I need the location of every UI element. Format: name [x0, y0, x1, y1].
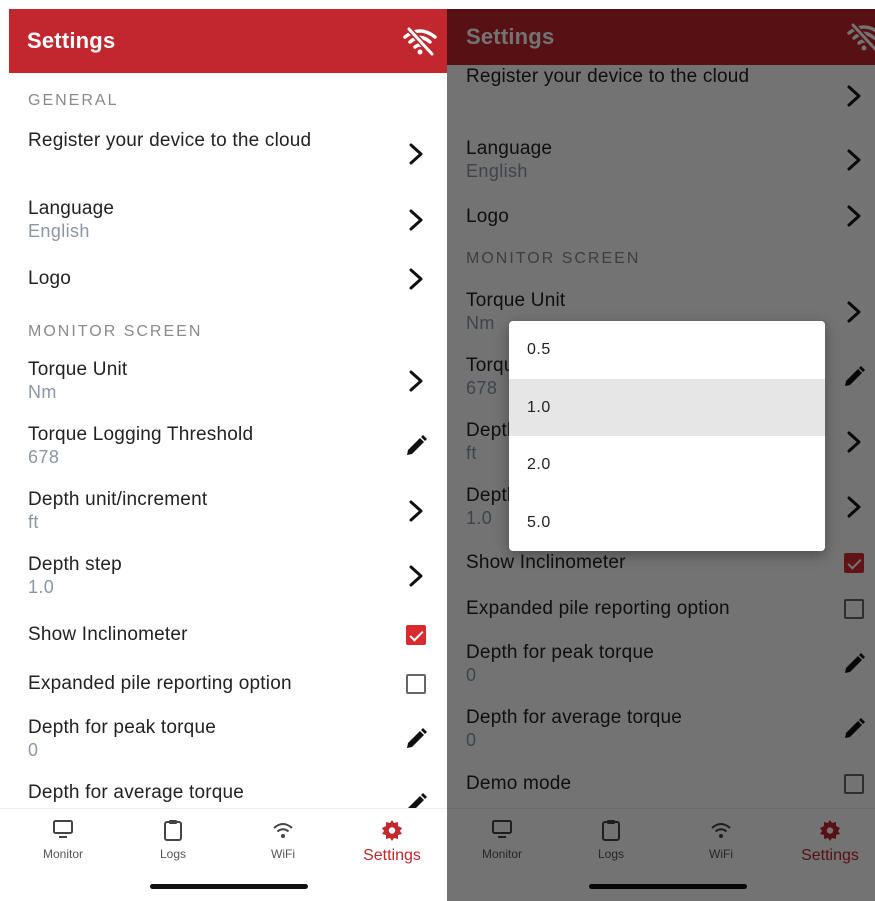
setting-title: Expanded pile reporting option [28, 673, 292, 694]
settings-row[interactable]: Logo [0, 253, 447, 304]
dropdown-option[interactable]: 2.0 [509, 436, 825, 494]
setting-value: 0 [28, 740, 39, 760]
settings-row[interactable]: Register your device to the cloud [0, 121, 447, 187]
setting-title: Register your device to the cloud [28, 130, 312, 151]
setting-title: Language [28, 198, 115, 219]
setting-title: Torque Unit [28, 359, 128, 380]
gear-icon [382, 820, 402, 841]
nav-logs[interactable]: Logs [123, 819, 223, 861]
row-trailing [403, 563, 429, 589]
settings-row[interactable]: Torque UnitNm [0, 348, 447, 413]
dropdown-option[interactable]: 1.0 [509, 378, 825, 436]
settings-row[interactable]: Depth for peak torque0 [0, 706, 447, 771]
wifi-icon [273, 823, 293, 838]
setting-value: ft [28, 512, 39, 532]
nav-label: Logs [159, 847, 187, 861]
wifi-off-icon[interactable] [403, 26, 437, 56]
setting-title: Torque Logging Threshold [28, 424, 254, 445]
settings-screen: Settings GENERAL Register your device to … [0, 0, 447, 901]
nav-settings[interactable]: Settings [342, 819, 442, 865]
setting-value: 678 [28, 447, 60, 467]
checkbox-checked[interactable] [406, 624, 426, 645]
settings-row[interactable]: Expanded pile reporting option [0, 661, 447, 706]
setting-value: English [28, 221, 90, 241]
monitor-icon [53, 820, 73, 838]
app-bar: Settings [9, 9, 447, 73]
chevron-right-icon [409, 143, 423, 165]
row-trailing [403, 498, 429, 524]
bottom-navigation: Monitor Logs WiFi Settings [0, 808, 447, 901]
chevron-right-icon [409, 565, 423, 586]
chevron-right-icon [409, 268, 423, 289]
settings-row[interactable]: Torque Logging Threshold678 [0, 413, 447, 478]
nav-label: Monitor [42, 847, 83, 861]
setting-title: Depth for peak torque [28, 717, 216, 738]
top-margin [0, 0, 875, 9]
pencil-icon[interactable] [405, 434, 427, 457]
nav-wifi[interactable]: WiFi [233, 819, 333, 861]
row-trailing [403, 726, 429, 752]
section-header: GENERAL [28, 92, 119, 109]
chevron-right-icon [409, 370, 423, 391]
section-header: MONITOR SCREEN [28, 323, 203, 340]
setting-title: Show Inclinometer [28, 624, 188, 645]
pencil-icon[interactable] [405, 727, 427, 750]
settings-row[interactable]: LanguageEnglish [0, 187, 447, 253]
setting-title: Depth step [28, 554, 122, 575]
depth-step-dropdown: 0.5 1.0 2.0 5.0 [509, 321, 825, 551]
row-trailing [403, 141, 429, 167]
settings-row[interactable]: Show Inclinometer [0, 608, 447, 661]
home-indicator [150, 884, 308, 889]
chevron-right-icon [409, 209, 423, 231]
row-trailing [403, 368, 429, 394]
checkbox-unchecked[interactable] [406, 673, 426, 694]
page-title: Settings [27, 28, 116, 53]
nav-label: Settings [363, 847, 421, 864]
setting-title: Depth unit/increment [28, 489, 208, 510]
settings-list: GENERAL Register your device to the cloud… [0, 73, 447, 836]
chevron-right-icon [409, 500, 423, 521]
row-trailing [403, 622, 429, 648]
settings-screen-with-popup: Settings Register your device to the clo… [447, 0, 875, 901]
settings-row[interactable]: Depth step1.0 [0, 543, 447, 608]
dropdown-option[interactable]: 0.5 [509, 321, 825, 379]
row-trailing [403, 207, 429, 233]
settings-row[interactable]: Depth unit/incrementft [0, 478, 447, 543]
setting-title: Depth for average torque [28, 782, 245, 803]
row-trailing [403, 433, 429, 459]
nav-monitor[interactable]: Monitor [13, 819, 113, 861]
clipboard-icon [164, 820, 182, 841]
nav-label: WiFi [271, 847, 295, 861]
setting-value: Nm [28, 382, 57, 402]
dropdown-option[interactable]: 5.0 [509, 494, 825, 552]
row-trailing [403, 266, 429, 292]
row-trailing [403, 671, 429, 697]
setting-title: Logo [28, 268, 72, 289]
setting-value: 1.0 [28, 577, 55, 597]
